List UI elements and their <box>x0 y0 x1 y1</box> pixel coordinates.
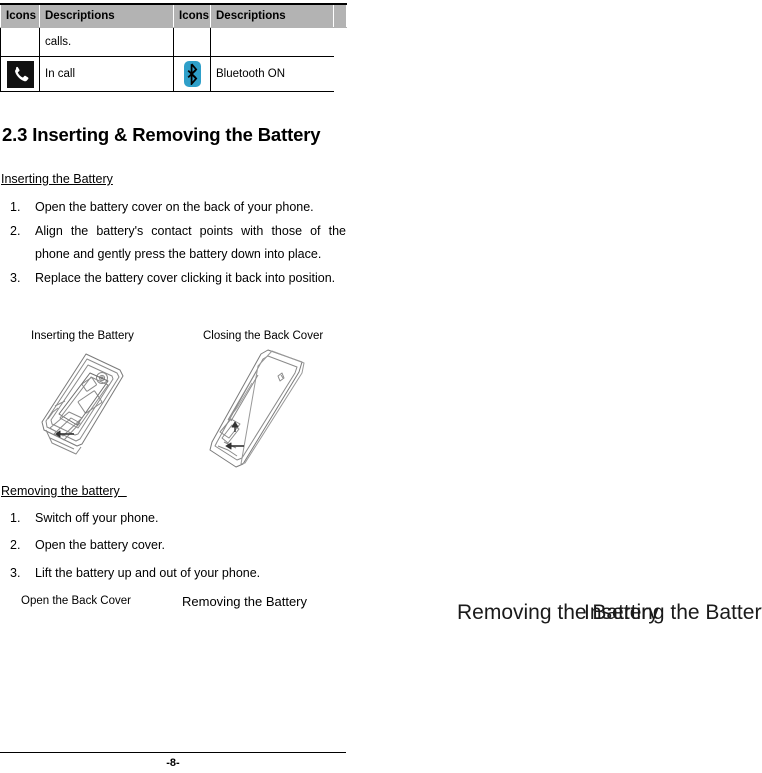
table-header-icons-2: Icons <box>173 3 211 28</box>
table-header-spacer <box>333 3 347 28</box>
description-cell-calls: calls. <box>39 27 174 57</box>
overlay-label-inserting-the-battery: Inserting the Battery <box>584 601 762 624</box>
list-item-number: 2. <box>10 224 21 239</box>
figure-caption-removing-the-battery: Removing the Battery <box>182 594 308 609</box>
figure-caption-open-the-back-cover: Open the Back Cover <box>21 595 131 607</box>
footer-divider <box>0 752 346 753</box>
table-header-row: Icons Descriptions Icons Descriptions <box>0 3 347 28</box>
icon-cell-empty-right <box>173 27 211 57</box>
removing-steps-list: 1. Switch off your phone. 2. Open the ba… <box>0 507 346 589</box>
inserting-steps-list: 1. Open the battery cover on the back of… <box>0 196 346 291</box>
list-item-number: 1. <box>10 200 21 214</box>
list-item-number: 2. <box>10 538 21 553</box>
icon-cell-empty-left <box>0 27 40 57</box>
subheading-removing-the-battery: Removing the battery <box>1 484 127 498</box>
status-icons-table: Icons Descriptions Icons Descriptions ca… <box>0 3 347 92</box>
figure-closing-back-cover-illustration <box>198 346 320 481</box>
table-header-icons-1: Icons <box>0 3 40 28</box>
table-header-descriptions-2: Descriptions <box>210 3 334 28</box>
list-item-text: Replace the battery cover clicking it ba… <box>35 270 336 285</box>
list-item: 2. Align the battery's contact points wi… <box>0 220 346 265</box>
figure-inserting-battery-illustration <box>24 348 144 481</box>
list-item-text: Switch off your phone. <box>35 511 159 525</box>
icon-cell-in-call <box>0 56 40 92</box>
list-item-number: 1. <box>10 511 21 525</box>
icon-cell-bluetooth <box>173 56 211 92</box>
table-row: In call Bluetooth ON <box>0 56 347 92</box>
footer-page-number: -8- <box>166 757 180 769</box>
section-heading: 2.3 Inserting & Removing the Battery <box>2 124 321 145</box>
table-cell-spacer <box>334 28 347 57</box>
subheading-inserting-the-battery: Inserting the Battery <box>1 172 113 186</box>
figure-caption-inserting-the-battery: Inserting the Battery <box>31 330 134 342</box>
list-item-number: 3. <box>10 270 21 285</box>
figure-caption-closing-the-back-cover: Closing the Back Cover <box>203 330 324 342</box>
list-item-text: Open the battery cover. <box>35 538 165 553</box>
list-item: 3. Replace the battery cover clicking it… <box>0 267 346 289</box>
description-cell-in-call: In call <box>39 56 174 92</box>
table-cell-spacer <box>334 57 347 92</box>
list-item-text: Lift the battery up and out of your phon… <box>35 565 261 580</box>
list-item: 2. Open the battery cover. <box>0 534 346 556</box>
description-cell-bluetooth: Bluetooth ON <box>210 56 334 92</box>
bluetooth-icon <box>183 61 201 87</box>
list-item-number: 3. <box>10 565 21 580</box>
description-cell-empty-right <box>210 27 334 57</box>
list-item: 1. Switch off your phone. <box>0 507 346 529</box>
list-item: 1. Open the battery cover on the back of… <box>0 196 346 218</box>
table-row: calls. <box>0 27 347 57</box>
table-header-descriptions-1: Descriptions <box>39 3 174 28</box>
list-item-text: Open the battery cover on the back of yo… <box>35 200 314 214</box>
phone-handset-icon <box>6 60 34 88</box>
list-item-text: Align the battery's contact points with … <box>35 224 346 261</box>
list-item: 3. Lift the battery up and out of your p… <box>0 562 346 584</box>
